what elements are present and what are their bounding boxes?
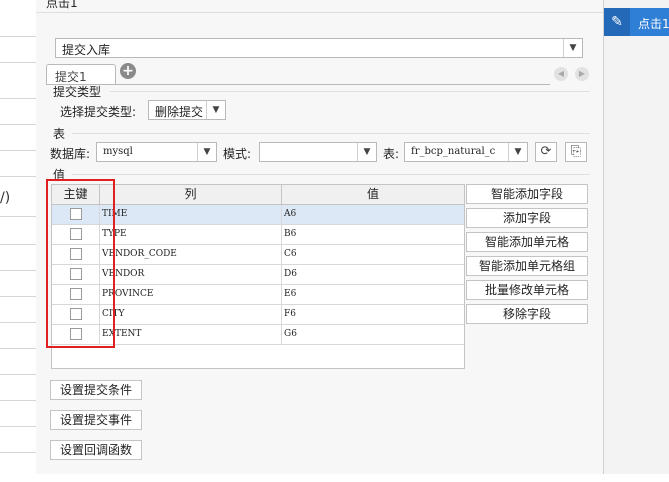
chevron-down-icon[interactable]: ▼ <box>563 39 582 57</box>
database-select[interactable]: mysql ▼ <box>96 142 217 162</box>
tab-submit-1[interactable]: 提交1 <box>46 64 116 85</box>
section-submit-type: 提交类型 <box>53 85 102 99</box>
event-item[interactable]: ✎ 点击1 <box>604 8 669 36</box>
column-cell[interactable]: VENDOR <box>100 265 282 284</box>
background-grid-line <box>0 176 36 177</box>
add-field-button[interactable]: 添加字段 <box>466 208 588 228</box>
database-label: 数据库: <box>50 147 91 161</box>
smart-add-cell-button[interactable]: 智能添加单元格 <box>466 232 588 252</box>
background-grid-line <box>0 426 36 427</box>
tab-scroll-left-icon[interactable]: ◀ <box>554 67 568 81</box>
background-grid-line <box>0 348 36 349</box>
set-submit-event-button[interactable]: 设置提交事件 <box>50 410 142 430</box>
background-grid-line <box>0 270 36 271</box>
column-cell[interactable]: PROVINCE <box>100 285 282 304</box>
remove-field-button[interactable]: 移除字段 <box>466 304 588 324</box>
chevron-down-icon[interactable]: ▼ <box>206 101 225 119</box>
value-cell[interactable]: C6 <box>282 245 464 264</box>
value-cell[interactable]: F6 <box>282 305 464 324</box>
table-value: fr_bcp_natural_c <box>411 146 496 157</box>
refresh-icon[interactable]: ⟳ <box>535 142 557 162</box>
section-separator <box>72 174 590 175</box>
primary-key-highlight-box <box>46 179 115 348</box>
column-cell[interactable]: VENDOR_CODE <box>100 245 282 264</box>
smart-add-field-button[interactable]: 智能添加字段 <box>466 184 588 204</box>
set-callback-function-button[interactable]: 设置回调函数 <box>50 440 142 460</box>
schema-select[interactable]: ▼ <box>259 142 377 162</box>
background-grid-line <box>0 216 36 217</box>
submit-mode-value: 删除提交 <box>155 105 204 119</box>
column-cell[interactable]: CITY <box>100 305 282 324</box>
chevron-down-icon[interactable]: ▼ <box>197 143 216 161</box>
preview-icon[interactable]: ⎘ <box>565 142 587 162</box>
background-grid-line <box>0 150 36 151</box>
smart-add-cell-group-button[interactable]: 智能添加单元格组 <box>466 256 588 276</box>
background-grid-line <box>0 244 36 245</box>
header-value: 值 <box>366 187 379 201</box>
background-text-fragment: /) <box>0 190 11 206</box>
background-grid-line <box>0 296 36 297</box>
table-select[interactable]: fr_bcp_natural_c ▼ <box>404 142 528 162</box>
value-cell[interactable]: A6 <box>282 205 464 224</box>
plus-icon[interactable]: + <box>120 63 136 79</box>
section-separator <box>72 133 590 134</box>
background-grid-line <box>0 36 36 37</box>
column-cell[interactable]: TIME <box>100 205 282 224</box>
value-cell[interactable]: E6 <box>282 285 464 304</box>
background-grid-line <box>0 98 36 99</box>
submit-type-select[interactable]: 提交入库 ▼ <box>55 38 583 58</box>
background-grid-line <box>0 62 36 63</box>
background-grid-line <box>0 124 36 125</box>
background-grid-line <box>0 400 36 401</box>
background-grid-line <box>0 374 36 375</box>
tab-bar-line <box>46 84 550 85</box>
submit-type-value: 提交入库 <box>62 43 111 57</box>
background-grid-line <box>0 452 36 453</box>
event-list-panel: ✎ 点击1 <box>603 0 669 482</box>
value-cell[interactable]: B6 <box>282 225 464 244</box>
title-separator <box>36 12 603 13</box>
background-left-panel: /) <box>0 0 37 482</box>
background-grid-line <box>0 322 36 323</box>
column-cell[interactable]: TYPE <box>100 225 282 244</box>
database-value: mysql <box>103 146 133 157</box>
header-column: 列 <box>100 185 282 204</box>
value-cell[interactable]: D6 <box>282 265 464 284</box>
dialog-title: 点击1 <box>46 0 78 10</box>
value-cell[interactable]: G6 <box>282 325 464 344</box>
submit-mode-select[interactable]: 删除提交 ▼ <box>148 100 226 120</box>
event-item-label: 点击1 <box>638 17 669 31</box>
set-submit-condition-button[interactable]: 设置提交条件 <box>50 380 142 400</box>
section-table: 表 <box>53 127 66 141</box>
column-cell[interactable]: EXTENT <box>100 325 282 344</box>
section-separator <box>110 91 590 92</box>
pencil-icon[interactable]: ✎ <box>604 8 630 36</box>
chevron-down-icon[interactable]: ▼ <box>508 143 527 161</box>
schema-label: 模式: <box>223 147 252 161</box>
table-label: 表: <box>383 147 400 161</box>
tab-scroll-right-icon[interactable]: ▶ <box>575 67 589 81</box>
background-bottom-strip <box>0 474 669 482</box>
submit-type-label: 选择提交类型: <box>60 105 137 119</box>
batch-modify-cells-button[interactable]: 批量修改单元格 <box>466 280 588 300</box>
chevron-down-icon[interactable]: ▼ <box>357 143 376 161</box>
